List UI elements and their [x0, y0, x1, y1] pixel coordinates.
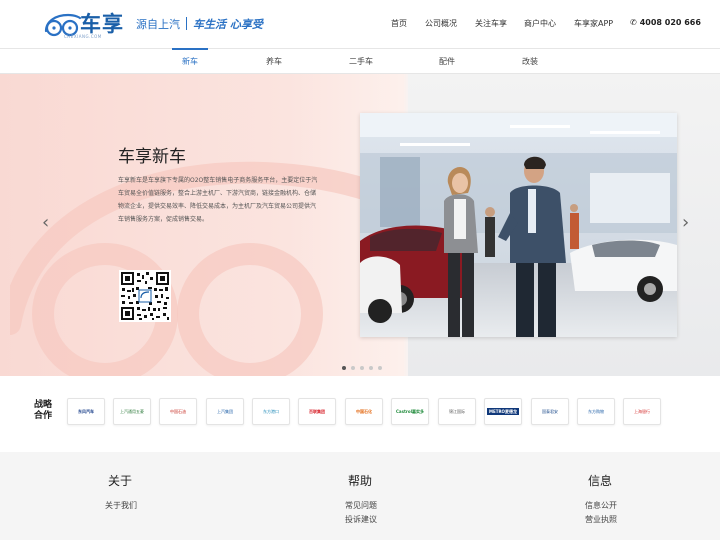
footer-link-disclosure[interactable]: 信息公开 [585, 500, 617, 511]
phone-icon: ✆ [630, 18, 637, 27]
partner-logo[interactable]: 锦江国际 [438, 398, 476, 425]
nav-home[interactable]: 首页 [391, 18, 407, 29]
hero-title: 车享新车 [118, 147, 186, 167]
carousel-dot[interactable] [360, 366, 364, 370]
carousel-indicators [342, 366, 382, 370]
partners-label: 战略合作 [34, 400, 53, 421]
footer-link-about-us[interactable]: 关于我们 [105, 500, 137, 511]
footer-link-license[interactable]: 营业执照 [585, 514, 617, 525]
site-header: 车享 CHEXIANG.COM 源自上汽 车生活 心享受 首页 公司概况 关注车享… [0, 0, 720, 48]
footer-link-feedback[interactable]: 投诉建议 [345, 514, 377, 525]
partner-logo[interactable]: 东方购物 [577, 398, 615, 425]
nav-app[interactable]: 车享家APP [574, 18, 613, 29]
partner-logo[interactable]: METRO麦德龙 [484, 398, 522, 425]
partner-logo[interactable]: 中国石化 [345, 398, 383, 425]
footer-title-info: 信息 [588, 474, 613, 488]
tab-used-car[interactable]: 二手车 [349, 56, 373, 67]
footer-link-faq[interactable]: 常见问题 [345, 500, 377, 511]
active-tab-indicator [172, 48, 208, 50]
category-tabs: 新车 养车 二手车 配件 改装 [0, 48, 720, 74]
partner-logo[interactable]: 百联集团 [298, 398, 336, 425]
footer-title-about: 关于 [108, 474, 133, 488]
hero-carousel: 车享新车 车享新车是车享旗下专属的O2O整车销售电子商务服务平台，主要定位于汽车… [0, 74, 720, 376]
tab-parts[interactable]: 配件 [439, 56, 455, 67]
partner-logo[interactable]: 国泰君安 [531, 398, 569, 425]
carousel-next-button[interactable]: › [682, 212, 689, 233]
nav-follow[interactable]: 关注车享 [475, 18, 507, 29]
slogan-source: 源自上汽 [136, 18, 180, 31]
carousel-dot[interactable] [378, 366, 382, 370]
carousel-dot[interactable] [342, 366, 346, 370]
slogan-tagline: 车生活 心享受 [193, 18, 263, 31]
partner-logo[interactable]: 中国石油 [159, 398, 197, 425]
carousel-dot[interactable] [369, 366, 373, 370]
tab-modification[interactable]: 改装 [522, 56, 538, 67]
site-footer: 关于 关于我们 帮助 常见问题 投诉建议 信息 信息公开 营业执照 [0, 452, 720, 540]
carousel-dot[interactable] [351, 366, 355, 370]
slogan-divider [186, 17, 187, 30]
nav-merchant[interactable]: 商户中心 [524, 18, 556, 29]
phone-number: 4008 020 666 [639, 18, 701, 27]
tab-car-care[interactable]: 养车 [266, 56, 282, 67]
partner-logo[interactable]: 上汽通用五菱 [113, 398, 151, 425]
partner-logo[interactable]: 上汽集团 [206, 398, 244, 425]
logo-subtext: CHEXIANG.COM [64, 34, 102, 39]
footer-title-help: 帮助 [348, 474, 373, 488]
nav-company[interactable]: 公司概况 [425, 18, 457, 29]
partner-logo[interactable]: 上海银行 [623, 398, 661, 425]
watermark-logo-icon [10, 161, 390, 376]
hero-description: 车享新车是车享旗下专属的O2O整车销售电子商务服务平台，主要定位于汽车贸易全价值… [118, 177, 318, 223]
carousel-prev-button[interactable]: ‹ [42, 212, 49, 233]
qr-code-icon [119, 270, 171, 322]
phone-contact: ✆ 4008 020 666 [630, 18, 701, 27]
partner-logo[interactable]: Castrol嘉实多 [391, 398, 429, 425]
partners-section: 战略合作 东风汽车 上汽通用五菱 中国石油 上汽集团 东方港口 百联集团 中国石… [0, 376, 720, 452]
tab-new-car[interactable]: 新车 [182, 56, 198, 67]
partner-logo[interactable]: 东方港口 [252, 398, 290, 425]
partner-logo[interactable]: 东风汽车 [67, 398, 105, 425]
slogan: 源自上汽 车生活 心享受 [136, 16, 263, 32]
showroom-photo [360, 113, 677, 337]
